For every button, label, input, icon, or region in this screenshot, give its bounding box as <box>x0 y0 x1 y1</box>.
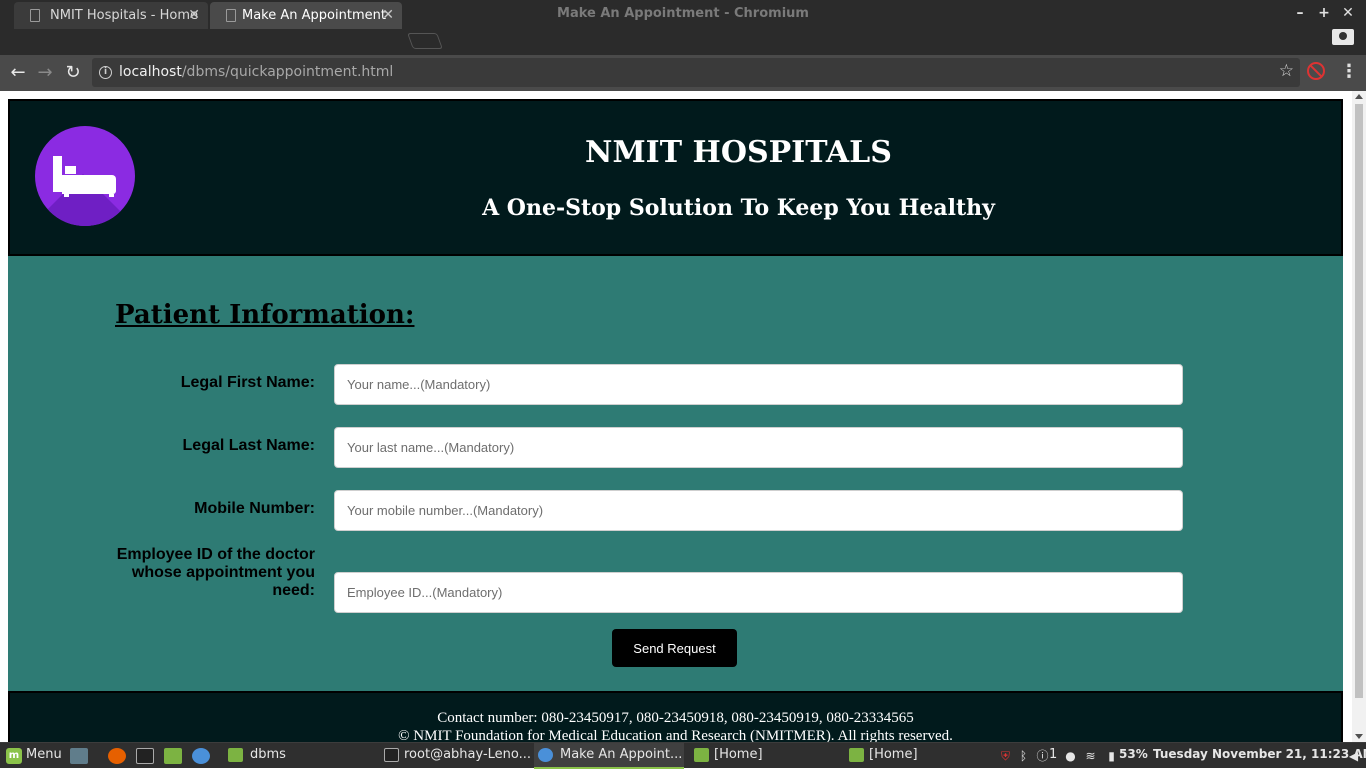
chromium-icon <box>538 748 553 762</box>
task-label: dbms <box>250 747 286 762</box>
profile-icon[interactable] <box>1332 29 1354 45</box>
chromium-launcher-icon[interactable] <box>192 748 210 764</box>
section-heading: Patient Information: <box>115 300 415 330</box>
volume-icon[interactable]: ◀ <box>1347 749 1360 763</box>
mobile-number-input[interactable] <box>334 490 1183 531</box>
address-bar[interactable]: i localhost/dbms/quickappointment.html ☆ <box>92 58 1300 87</box>
last-name-label: Legal Last Name: <box>182 437 315 454</box>
wifi-icon[interactable]: ≋ <box>1084 749 1097 763</box>
first-name-input[interactable] <box>334 364 1183 405</box>
show-desktop-icon[interactable] <box>70 748 88 764</box>
task-home-folder-2[interactable]: [Home] <box>845 743 995 769</box>
task-home-folder[interactable]: [Home] <box>690 743 840 769</box>
scrollbar-thumb[interactable] <box>1355 104 1363 698</box>
task-chromium[interactable]: Make An Appoint... <box>534 743 684 769</box>
contact-numbers: Contact number: 080-23450917, 080-234509… <box>437 710 914 726</box>
employee-id-input[interactable] <box>334 572 1183 613</box>
page-icon <box>226 9 236 22</box>
scroll-down-arrow-icon[interactable] <box>1355 734 1363 739</box>
folder-icon <box>694 748 709 762</box>
desktop-taskbar: m Menu dbms root@abhay-Leno... Make An A… <box>0 742 1366 769</box>
user-icon[interactable]: ● <box>1064 749 1077 763</box>
tab-close-icon[interactable]: ✕ <box>382 2 394 29</box>
site-footer: Contact number: 080-23450917, 080-234509… <box>8 691 1343 742</box>
page-viewport: NMIT HOSPITALS A One-Stop Solution To Ke… <box>0 91 1352 742</box>
mobile-number-label: Mobile Number: <box>194 500 315 517</box>
tab-label: NMIT Hospitals - Home <box>50 8 199 23</box>
bluetooth-icon[interactable]: ᛒ <box>1017 749 1030 763</box>
task-terminal[interactable]: root@abhay-Leno... <box>380 743 532 769</box>
first-name-label: Legal First Name: <box>180 374 315 391</box>
reload-button[interactable]: ↻ <box>62 62 84 84</box>
url-host: localhost <box>119 64 182 80</box>
notification-count: 1 <box>1049 747 1058 762</box>
tab-home[interactable]: NMIT Hospitals - Home ✕ <box>14 2 208 29</box>
files-launcher-icon[interactable] <box>164 748 182 764</box>
browser-toolbar: ← → ↻ i localhost/dbms/quickappointment.… <box>0 55 1366 91</box>
minimize-button[interactable]: – <box>1292 4 1308 22</box>
maximize-button[interactable]: + <box>1316 4 1332 22</box>
send-request-button[interactable]: Send Request <box>612 629 737 667</box>
url-path: /dbms/quickappointment.html <box>181 64 394 80</box>
shield-icon[interactable]: ⛨ <box>999 749 1012 763</box>
start-menu-button[interactable]: Menu <box>26 747 62 762</box>
site-header: NMIT HOSPITALS A One-Stop Solution To Ke… <box>8 99 1343 256</box>
terminal-launcher-icon[interactable] <box>136 748 154 764</box>
scroll-up-arrow-icon[interactable] <box>1355 94 1363 99</box>
browser-menu-icon[interactable]: ⋮ <box>1340 62 1358 82</box>
url-text: localhost/dbms/quickappointment.html <box>119 64 393 80</box>
extension-block-icon[interactable] <box>1307 62 1325 80</box>
appointment-form: Patient Information: Legal First Name: L… <box>8 256 1343 691</box>
folder-icon <box>849 748 864 762</box>
forward-button[interactable]: → <box>34 62 56 84</box>
last-name-input[interactable] <box>334 427 1183 468</box>
task-label: [Home] <box>714 747 763 762</box>
task-dbms[interactable]: dbms <box>224 743 374 769</box>
tab-make-appointment[interactable]: Make An Appointment ✕ <box>210 2 402 29</box>
copyright-text: © NMIT Foundation for Medical Education … <box>398 728 953 742</box>
tab-close-icon[interactable]: ✕ <box>188 2 200 29</box>
close-window-button[interactable]: ✕ <box>1340 4 1356 22</box>
terminal-icon <box>384 748 399 762</box>
mint-menu-icon[interactable]: m <box>6 748 22 764</box>
new-tab-button[interactable] <box>407 33 443 49</box>
tab-label: Make An Appointment <box>242 8 386 23</box>
page-icon <box>30 9 40 22</box>
info-icon[interactable]: i <box>99 66 112 79</box>
page-scrollbar[interactable] <box>1352 91 1366 742</box>
clock[interactable]: Tuesday November 21, 11:23 AM <box>1153 747 1366 761</box>
battery-percent: 53% <box>1119 747 1148 761</box>
bookmark-star-icon[interactable]: ☆ <box>1279 61 1294 81</box>
folder-icon <box>228 748 243 762</box>
tab-strip <box>0 26 1366 55</box>
task-label: root@abhay-Leno... <box>404 747 532 762</box>
site-tagline: A One-Stop Solution To Keep You Healthy <box>482 195 995 221</box>
notification-icon[interactable]: ⓘ <box>1036 749 1049 763</box>
task-label: Make An Appoint... <box>560 747 683 762</box>
firefox-launcher-icon[interactable] <box>108 748 126 764</box>
employee-id-label: Employee ID of the doctor whose appointm… <box>116 546 315 599</box>
back-button[interactable]: ← <box>7 62 29 84</box>
task-label: [Home] <box>869 747 918 762</box>
site-title: NMIT HOSPITALS <box>585 135 892 170</box>
battery-icon[interactable]: ▮ <box>1105 749 1118 763</box>
